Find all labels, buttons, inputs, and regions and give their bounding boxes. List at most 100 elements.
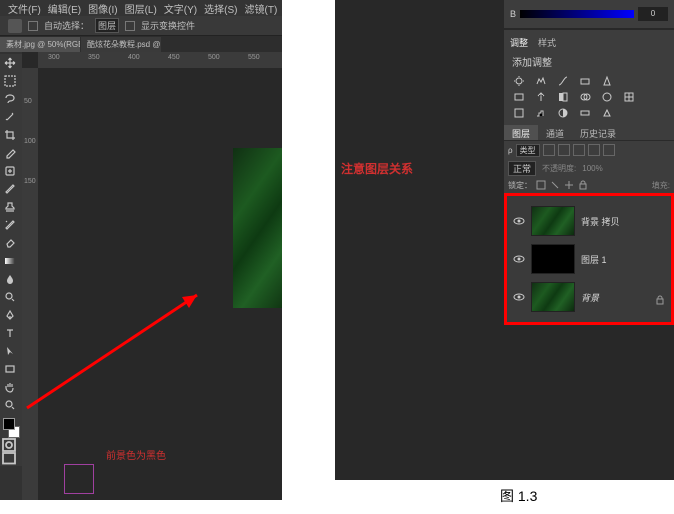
- filter-text-icon[interactable]: [573, 144, 585, 156]
- lock-transparency-icon[interactable]: [536, 180, 546, 190]
- exposure-icon[interactable]: [578, 75, 592, 87]
- menu-text[interactable]: 文字(Y): [164, 1, 197, 16]
- menu-filter[interactable]: 滤镜(T): [245, 1, 278, 16]
- rectangle-tool[interactable]: [0, 360, 20, 378]
- layer-name[interactable]: 背景: [581, 291, 649, 304]
- photoshop-window-left: 文件(F) 编辑(E) 图像(I) 图层(L) 文字(Y) 选择(S) 滤镜(T…: [0, 0, 282, 500]
- type-tool[interactable]: [0, 324, 20, 342]
- layer-thumbnail[interactable]: [531, 244, 575, 274]
- history-brush-tool[interactable]: [0, 216, 20, 234]
- document-tabs: 素材.jpg @ 50%(RGB/8) 酷炫花朵教程.psd @ 79.5% (…: [0, 36, 282, 52]
- tab-material[interactable]: 素材.jpg @ 50%(RGB/8): [0, 37, 80, 52]
- photo-filter-icon[interactable]: [578, 91, 592, 103]
- ruler-vertical: 50 100 150: [22, 68, 38, 500]
- pen-tool[interactable]: [0, 306, 20, 324]
- color-swatch[interactable]: [0, 418, 20, 438]
- stamp-tool[interactable]: [0, 198, 20, 216]
- eraser-tool[interactable]: [0, 234, 20, 252]
- selective-color-icon[interactable]: [600, 107, 614, 119]
- layer-name[interactable]: 图层 1: [581, 253, 665, 266]
- document-viewport[interactable]: [38, 68, 282, 500]
- path-selection-tool[interactable]: [0, 342, 20, 360]
- curves-icon[interactable]: [556, 75, 570, 87]
- menu-file[interactable]: 文件(F): [8, 1, 41, 16]
- eyedropper-tool[interactable]: [0, 144, 20, 162]
- menu-image[interactable]: 图像(I): [88, 1, 117, 16]
- magic-wand-tool[interactable]: [0, 108, 20, 126]
- move-tool[interactable]: [0, 54, 20, 72]
- invert-icon[interactable]: [512, 107, 526, 119]
- tab-channels[interactable]: 通道: [538, 125, 572, 140]
- options-bar: 自动选择： 图层 显示变换控件: [0, 16, 282, 36]
- gradient-tool[interactable]: [0, 252, 20, 270]
- color-value-input[interactable]: 0: [638, 7, 668, 21]
- blend-mode-select[interactable]: 正常: [508, 161, 536, 176]
- dodge-tool[interactable]: [0, 288, 20, 306]
- tab-styles[interactable]: 样式: [538, 36, 556, 49]
- lock-position-icon[interactable]: [564, 180, 574, 190]
- posterize-icon[interactable]: [534, 107, 548, 119]
- visibility-toggle-icon[interactable]: [513, 291, 525, 303]
- filter-shape-icon[interactable]: [588, 144, 600, 156]
- filter-pixel-icon[interactable]: [543, 144, 555, 156]
- foreground-color-swatch[interactable]: [3, 418, 15, 430]
- tab-adjustments[interactable]: 调整: [510, 36, 528, 49]
- marquee-tool[interactable]: [0, 72, 20, 90]
- filter-adjust-icon[interactable]: [558, 144, 570, 156]
- blur-tool[interactable]: [0, 270, 20, 288]
- brush-tool[interactable]: [0, 180, 20, 198]
- screen-mode-tool[interactable]: [0, 452, 18, 466]
- hand-tool[interactable]: [0, 378, 20, 396]
- opacity-value[interactable]: 100%: [582, 164, 602, 173]
- vibrance-icon[interactable]: [600, 75, 614, 87]
- layer-row[interactable]: 图层 1: [509, 240, 669, 278]
- gradient-map-icon[interactable]: [578, 107, 592, 119]
- menubar: 文件(F) 编辑(E) 图像(I) 图层(L) 文字(Y) 选择(S) 滤镜(T…: [0, 0, 282, 16]
- tab-history[interactable]: 历史记录: [572, 125, 624, 140]
- layers-panel: 图层 通道 历史记录 ρ 类型 正常 不透明度: 100% 锁定： 填充:: [504, 125, 674, 325]
- selection-marker: [64, 464, 94, 494]
- mixer-icon[interactable]: [600, 91, 614, 103]
- threshold-icon[interactable]: [556, 107, 570, 119]
- toolbar: [0, 54, 22, 466]
- ruler-tick: 350: [88, 54, 100, 61]
- layer-row[interactable]: 背景: [509, 278, 669, 316]
- visibility-toggle-icon[interactable]: [513, 215, 525, 227]
- hue-icon[interactable]: [512, 91, 526, 103]
- visibility-toggle-icon[interactable]: [513, 253, 525, 265]
- menu-layer[interactable]: 图层(L): [125, 1, 157, 16]
- color-slider[interactable]: [520, 10, 634, 18]
- canvas-image[interactable]: [233, 148, 282, 308]
- adjustments-panel: 调整 样式 添加调整: [504, 30, 674, 125]
- layer-thumbnail[interactable]: [531, 206, 575, 236]
- lock-pixels-icon[interactable]: [550, 180, 560, 190]
- layer-row[interactable]: 背景 拷贝: [509, 202, 669, 240]
- lasso-tool[interactable]: [0, 90, 20, 108]
- levels-icon[interactable]: [534, 75, 548, 87]
- auto-select-checkbox[interactable]: [28, 21, 38, 31]
- ruler-horizontal: 300 350 400 450 500 550: [38, 52, 282, 68]
- color-panel: B 0: [504, 0, 674, 28]
- tab-flower[interactable]: 酷炫花朵教程.psd @ 79.5% (图层 1, RGB/8): [81, 37, 161, 52]
- brightness-icon[interactable]: [512, 75, 526, 87]
- layer-name[interactable]: 背景 拷贝: [581, 215, 665, 228]
- lock-icon: [655, 292, 665, 302]
- lookup-icon[interactable]: [622, 91, 636, 103]
- menu-select[interactable]: 选择(S): [204, 1, 237, 16]
- layer-thumbnail[interactable]: [531, 282, 575, 312]
- filter-smart-icon[interactable]: [603, 144, 615, 156]
- balance-icon[interactable]: [534, 91, 548, 103]
- tab-layers[interactable]: 图层: [504, 125, 538, 140]
- menu-edit[interactable]: 编辑(E): [48, 1, 81, 16]
- adjustments-tabs: 调整 样式: [504, 34, 674, 50]
- crop-tool[interactable]: [0, 126, 20, 144]
- healing-tool[interactable]: [0, 162, 20, 180]
- filter-type-select[interactable]: 类型: [516, 144, 540, 157]
- auto-select-target[interactable]: 图层: [95, 18, 119, 33]
- zoom-tool[interactable]: [0, 396, 20, 414]
- layer-blend-bar: 正常 不透明度: 100%: [504, 159, 674, 177]
- bw-icon[interactable]: [556, 91, 570, 103]
- show-transform-checkbox[interactable]: [125, 21, 135, 31]
- lock-all-icon[interactable]: [578, 180, 588, 190]
- layer-lock-bar: 锁定： 填充:: [504, 177, 674, 193]
